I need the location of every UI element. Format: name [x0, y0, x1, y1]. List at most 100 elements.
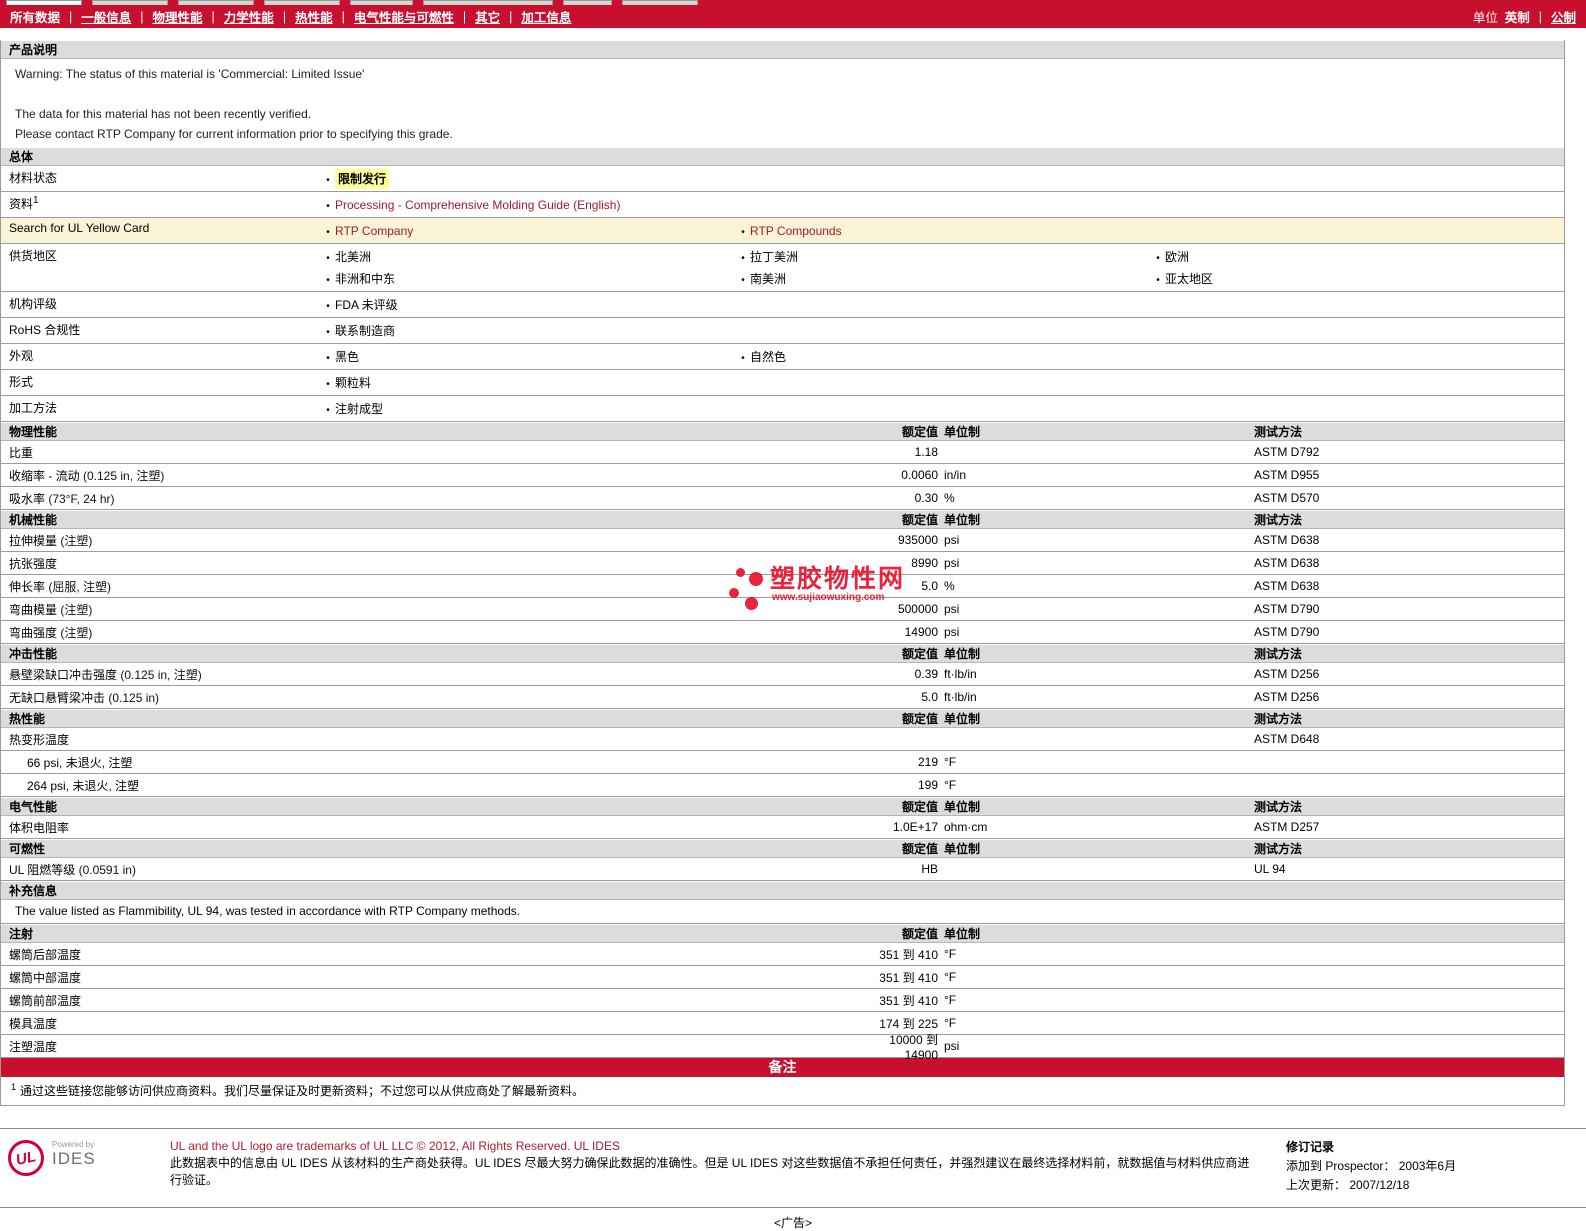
ul-ides-link[interactable]: UL IDES: [574, 1139, 620, 1153]
property-test-method: ASTM D648: [1254, 732, 1320, 746]
value-column: • RTP Compounds: [736, 218, 1564, 243]
footer-disclaimer: 此数据表中的信息由 UL IDES 从该材料的生产商处获得。UL IDES 尽最…: [170, 1156, 1250, 1187]
bullet-line: • RTP Compounds: [736, 221, 1564, 243]
nav-separator: |: [341, 9, 345, 24]
section-header-5: 电气性能 额定值 单位制 测试方法: [1, 797, 1564, 816]
section-title: 可燃性: [9, 842, 46, 856]
notes-bar: 备注: [1, 1058, 1564, 1077]
row-label: 资料1: [9, 195, 39, 211]
nav-separator: |: [140, 9, 144, 24]
property-note: (0.125 in, 注塑): [117, 667, 202, 682]
bullet-icon: •: [741, 275, 745, 286]
powered-by-label: Powered by: [52, 1140, 95, 1149]
property-row: 比重 1.18 ASTM D792: [1, 441, 1564, 464]
footer-text: UL and the UL logo are trademarks of UL …: [170, 1138, 1286, 1195]
general-row: 外观 • 黑色 • 自然色: [1, 344, 1564, 370]
nav-tab-3[interactable]: 物理性能: [153, 7, 203, 26]
property-value: 5.0: [921, 690, 938, 704]
general-row: 供货地区 • 北美洲 • 非洲和中东 • 拉丁美洲 • 南美洲 • 欧洲 • 亚太地区: [1, 244, 1564, 292]
column-header-method: 测试方法: [1254, 513, 1303, 527]
property-row: 悬壁梁缺口冲击强度 (0.125 in, 注塑) 0.39 ft·lb/in ASTM…: [1, 663, 1564, 686]
description-line: [1, 84, 1564, 104]
bullet-icon: •: [326, 201, 330, 212]
bullet-icon: •: [326, 227, 330, 238]
value-column: • FDA 未评级: [321, 292, 1564, 317]
value-item: 非洲和中东: [335, 272, 396, 286]
column-header-value: 额定值: [901, 647, 938, 661]
column-header-unit: 单位制: [944, 927, 981, 941]
value-item: 自然色: [750, 350, 787, 364]
property-unit: psi: [944, 602, 960, 616]
value-column: • 注射成型: [321, 396, 1564, 421]
nav-tab-2[interactable]: 一般信息: [81, 7, 131, 26]
nav-tab-4[interactable]: 力学性能: [224, 7, 274, 26]
property-test-method: ASTM D257: [1254, 820, 1320, 834]
property-note: (0.125 in): [105, 690, 160, 705]
property-name: 比重: [9, 445, 34, 460]
property-row: 收缩率 - 流动 (0.125 in, 注塑) 0.0060 in/in ASTM D…: [1, 464, 1564, 487]
general-row: 机构评级 • FDA 未评级: [1, 292, 1564, 318]
property-name: 拉伸模量 (注塑): [9, 533, 93, 548]
unit-option-1[interactable]: 英制: [1505, 7, 1530, 26]
property-unit: °F: [944, 755, 957, 769]
bullet-icon: •: [741, 353, 745, 364]
property-unit: psi: [944, 533, 960, 547]
section-header-2: 机械性能 额定值 单位制 测试方法: [1, 510, 1564, 529]
property-row: 伸长率 (屈服, 注塑) 5.0% ASTM D638: [1, 575, 1564, 598]
section-header-general: 总体: [1, 147, 1564, 166]
unit-option-2[interactable]: 公制: [1551, 7, 1576, 26]
ides-brand-label: IDES: [52, 1149, 96, 1168]
column-header-value: 额定值: [901, 425, 938, 439]
property-row: 热变形温度 ASTM D648: [1, 728, 1564, 751]
column-header-value: 额定值: [901, 842, 938, 856]
property-unit: ft·lb/in: [944, 690, 977, 704]
property-note: (屈服, 注塑): [45, 579, 112, 594]
nav-separator: |: [509, 9, 513, 24]
property-unit: %: [944, 491, 955, 505]
property-row: 螺筒前部温度 351 到 410 °F: [1, 989, 1564, 1012]
property-row: 螺筒中部温度 351 到 410 °F: [1, 966, 1564, 989]
link-item[interactable]: Processing - Comprehensive Molding Guide…: [335, 195, 620, 215]
property-name: 66 psi, 未退火, 注塑: [27, 755, 133, 770]
value-item: 注射成型: [335, 402, 384, 416]
property-value: 8990: [911, 556, 938, 570]
property-row: 螺筒后部温度 351 到 410 °F: [1, 943, 1564, 966]
property-row: 弯曲强度 (注塑) 14900 psi ASTM D790: [1, 621, 1564, 644]
section-title: 注射: [9, 927, 34, 941]
nav-tab-5[interactable]: 热性能: [295, 7, 333, 26]
trademark-line: UL and the UL logo are trademarks of UL …: [170, 1138, 1272, 1154]
section-header-6: 可燃性 额定值 单位制 测试方法: [1, 839, 1564, 858]
column-header-method: 测试方法: [1254, 425, 1303, 439]
tab-top-segment: [6, 0, 82, 5]
revision-title: 修订记录: [1286, 1140, 1335, 1154]
row-label: 材料状态: [9, 171, 58, 185]
tab-top-segment: [622, 0, 698, 5]
ad-label[interactable]: <广告>: [774, 1216, 812, 1230]
link-item[interactable]: RTP Company: [335, 221, 413, 241]
property-value: 935000: [897, 533, 938, 547]
section-header-4: 热性能 额定值 单位制 测试方法: [1, 709, 1564, 728]
nav-tab-8[interactable]: 加工信息: [521, 7, 571, 26]
nav-tab-1[interactable]: 所有数据: [10, 7, 60, 26]
notes-bar-label: 备注: [768, 1059, 797, 1075]
bullet-line: • FDA 未评级: [321, 295, 1564, 317]
bullet-line: • 欧洲: [1151, 247, 1564, 269]
tab-top-segment: [92, 0, 168, 5]
property-name: 弯曲模量 (注塑): [9, 602, 93, 617]
bullet-icon: •: [741, 227, 745, 238]
property-name: 无缺口悬臂梁冲击 (0.125 in): [9, 690, 160, 705]
nav-tab-7[interactable]: 其它: [475, 7, 500, 26]
nav-tab-6[interactable]: 电气性能与可燃性: [354, 7, 454, 26]
property-value: 219: [917, 755, 938, 769]
property-value: 14900: [904, 625, 938, 639]
property-value: 174 到 225: [879, 1016, 938, 1031]
value-column: • 欧洲 • 亚太地区: [1151, 244, 1564, 291]
bullet-line: • 注射成型: [321, 399, 1564, 421]
property-unit: psi: [944, 1039, 960, 1053]
link-item[interactable]: RTP Compounds: [750, 221, 842, 241]
bullet-line: • RTP Company: [321, 221, 736, 243]
value-column: • 联系制造商: [321, 318, 1564, 343]
property-value: 5.0: [921, 579, 938, 593]
general-row: 加工方法 • 注射成型: [1, 396, 1564, 422]
property-name: 悬壁梁缺口冲击强度 (0.125 in, 注塑): [9, 667, 202, 682]
